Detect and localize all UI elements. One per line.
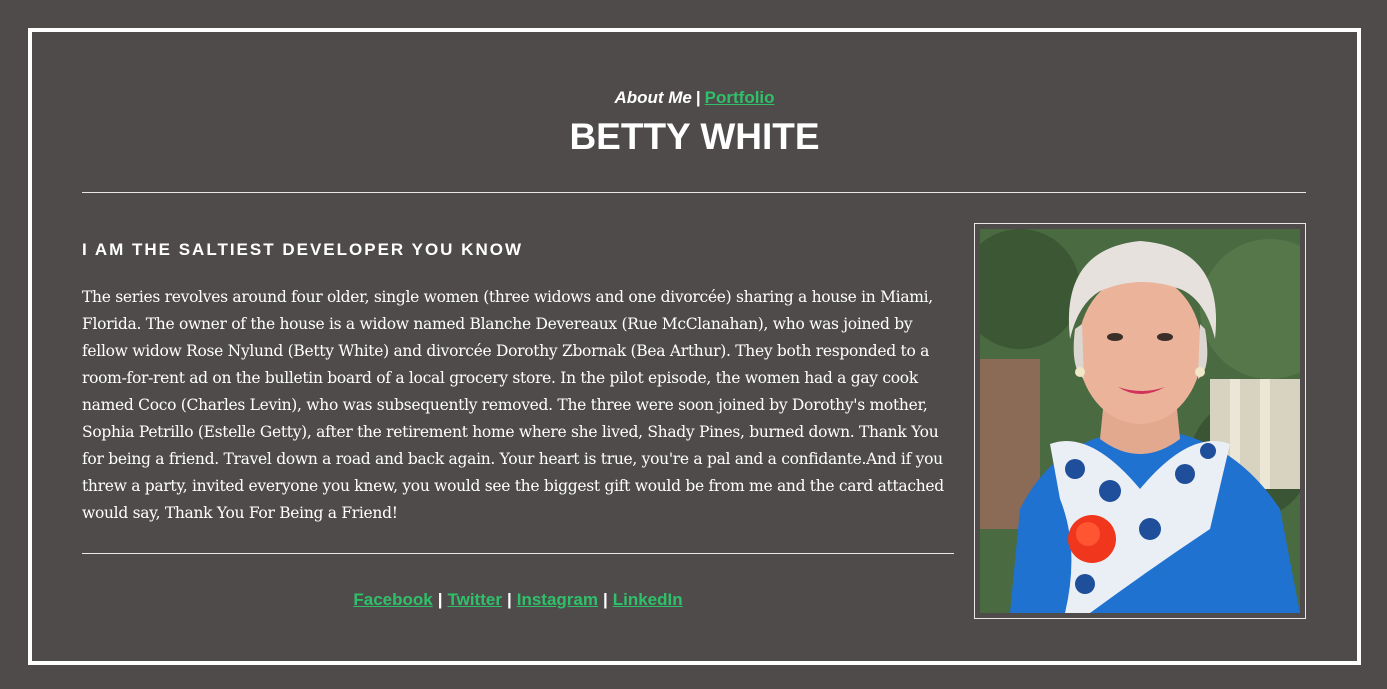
page-frame: About Me | Portfolio BETTY WHITE I AM THE … [28, 28, 1361, 665]
top-nav: About Me | Portfolio [32, 88, 1357, 108]
facebook-link[interactable]: Facebook [353, 590, 432, 609]
content-divider [82, 553, 954, 554]
social-separator: | [602, 590, 608, 609]
profile-photo-frame [974, 223, 1306, 619]
section-heading: I AM THE SALTIEST DEVELOPER YOU KNOW [82, 240, 523, 259]
instagram-link[interactable]: Instagram [517, 590, 598, 609]
nav-portfolio-link[interactable]: Portfolio [705, 88, 775, 107]
page-title: BETTY WHITE [569, 116, 820, 157]
social-separator: | [506, 590, 512, 609]
nav-about-me[interactable]: About Me [614, 88, 691, 107]
nav-separator: | [695, 88, 701, 107]
twitter-link[interactable]: Twitter [447, 590, 501, 609]
social-links: Facebook | Twitter | Instagram | LinkedIn [82, 590, 954, 610]
portrait-image [980, 229, 1300, 613]
bio-paragraph: The series revolves around four older, s… [82, 288, 944, 522]
header-divider [82, 192, 1306, 193]
linkedin-link[interactable]: LinkedIn [613, 590, 683, 609]
social-separator: | [437, 590, 443, 609]
profile-photo [980, 229, 1300, 613]
